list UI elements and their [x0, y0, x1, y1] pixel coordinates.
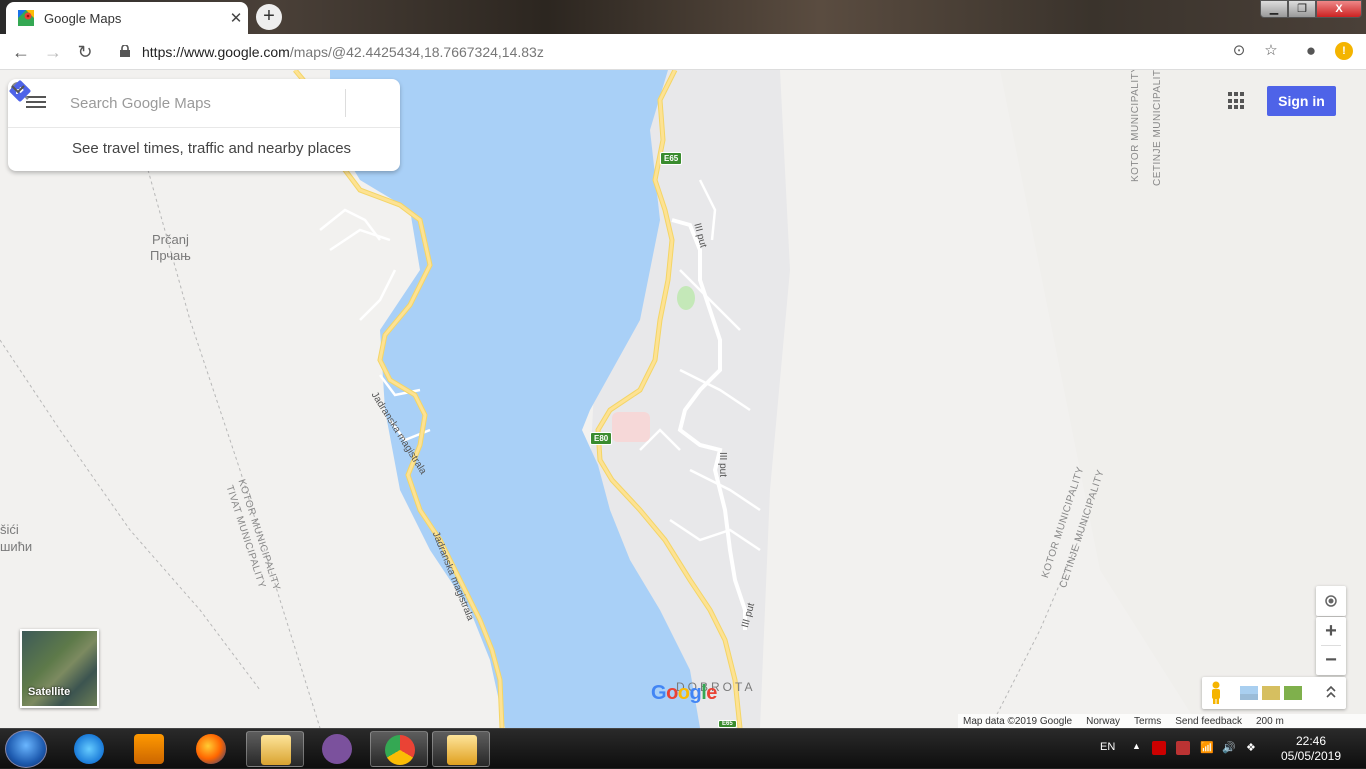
highway-shield-e65-bottom: E65 [718, 720, 737, 728]
travel-times-link[interactable]: See travel times, traffic and nearby pla… [72, 140, 351, 157]
security-tray-icon[interactable] [1176, 741, 1190, 755]
pegman-icon [1212, 681, 1220, 704]
lock-icon [120, 45, 130, 57]
boundary-label-cetinje-1: CETINJE MUNICIPALITY [1152, 70, 1163, 186]
window-minimize-button[interactable]: ▁ [1260, 0, 1288, 18]
chevron-down-icon[interactable] [8, 79, 28, 99]
map-data-attribution: Map data ©2019 Google [963, 715, 1073, 727]
layers-bar [1202, 677, 1346, 709]
place-label-prcanj-cyrillic: Прчањ [150, 248, 191, 263]
map-canvas[interactable]: Prčanj Прчањ šići шићи DOBROTA Jadranska… [0, 70, 1366, 728]
url-text: https://www.google.com/maps/@42.4425434,… [142, 44, 544, 60]
layers-bar-graphic [1212, 681, 1336, 704]
system-tray: EN ▲ 📶 🔊 ❖ 22:46 05/05/2019 [1096, 729, 1366, 769]
media-player-icon [134, 734, 164, 764]
place-label-sici-cyrillic: шићи [0, 539, 33, 554]
internet-explorer-icon [74, 734, 104, 764]
update-alert-icon[interactable]: ! [1335, 42, 1353, 60]
zoom-in-button[interactable]: + [1316, 617, 1346, 645]
acrobat-tray-icon[interactable] [1152, 741, 1166, 755]
zoom-controls: + − [1316, 617, 1346, 675]
google-apps-icon[interactable] [1228, 92, 1246, 110]
place-label-sici: šići [0, 522, 19, 537]
highway-shield-e65: E65 [660, 152, 683, 165]
viber-icon [322, 734, 352, 764]
search-panel-divider [8, 127, 400, 128]
taskbar-viber[interactable] [308, 731, 366, 767]
mail-app-icon [447, 735, 477, 765]
address-bar[interactable]: https://www.google.com/maps/@42.4425434,… [110, 37, 1360, 67]
language-indicator[interactable]: EN [1100, 741, 1115, 753]
google-logo: Google [651, 682, 717, 704]
terms-link[interactable]: Terms [1134, 716, 1161, 727]
browser-tab[interactable]: Google Maps ✕ [6, 2, 248, 34]
map-footer: Map data ©2019 Google Norway Terms Send … [958, 714, 1366, 728]
firefox-icon [196, 734, 226, 764]
windows-taskbar: EN ▲ 📶 🔊 ❖ 22:46 05/05/2019 [0, 728, 1366, 768]
browser-titlebar: Google Maps ✕ + ▁ ❐ X [0, 0, 1366, 34]
taskbar-mail[interactable] [432, 731, 490, 767]
satellite-label: Satellite [28, 686, 71, 698]
back-arrow-icon[interactable]: ← [10, 41, 32, 63]
boundary-label-kotor-2: KOTOR MUNICIPALITY [1130, 70, 1141, 182]
bookmark-star-icon[interactable]: ☆ [1262, 42, 1280, 60]
search-panel: See travel times, traffic and nearby pla… [8, 79, 400, 171]
volume-icon[interactable]: 🔊 [1222, 741, 1236, 755]
start-button[interactable] [5, 730, 47, 768]
street-label-iii-put-2: III put [717, 452, 728, 478]
google-maps-favicon-icon [18, 10, 34, 26]
search-input[interactable] [70, 91, 300, 115]
search-separator [345, 89, 346, 117]
taskbar-firefox[interactable] [182, 731, 240, 767]
network-signal-icon[interactable]: 📶 [1200, 741, 1214, 755]
my-location-button[interactable] [1316, 586, 1346, 616]
scale-label[interactable]: 200 m [1256, 716, 1284, 727]
clock-date: 05/05/2019 [1280, 749, 1342, 763]
dropbox-icon[interactable]: ❖ [1246, 741, 1260, 755]
taskbar-clock[interactable]: 22:46 05/05/2019 [1276, 734, 1346, 764]
window-restore-button[interactable]: ❐ [1288, 0, 1316, 18]
profile-icon[interactable]: ● [1302, 42, 1320, 60]
browser-toolbar: ← → ↻ https://www.google.com/maps/@42.44… [0, 34, 1366, 70]
place-label-prcanj: Prčanj [152, 232, 189, 247]
zoom-out-button[interactable]: − [1316, 646, 1346, 674]
reload-icon[interactable]: ↻ [74, 41, 96, 63]
forward-arrow-icon[interactable]: → [42, 41, 64, 63]
clock-time: 22:46 [1295, 734, 1327, 748]
taskbar-media-player[interactable] [120, 731, 178, 767]
taskbar-internet-explorer[interactable] [60, 731, 118, 767]
satellite-toggle-button[interactable]: Satellite [20, 629, 99, 708]
tab-title: Google Maps [44, 10, 122, 26]
chrome-icon [385, 735, 415, 765]
location-target-icon[interactable]: ⊙ [1230, 42, 1248, 60]
window-close-button[interactable]: X [1316, 0, 1362, 18]
taskbar-file-explorer[interactable] [246, 731, 304, 767]
sign-in-button[interactable]: Sign in [1267, 86, 1336, 116]
show-hidden-icons-icon[interactable]: ▲ [1132, 741, 1146, 755]
send-feedback-link[interactable]: Send feedback [1175, 716, 1242, 727]
my-location-icon [1325, 595, 1337, 607]
country-link[interactable]: Norway [1086, 716, 1120, 727]
taskbar-chrome[interactable] [370, 731, 428, 767]
tab-close-icon[interactable]: ✕ [224, 9, 248, 27]
folder-icon [261, 735, 291, 765]
new-tab-button[interactable]: + [256, 4, 282, 30]
highway-shield-e80: E80 [590, 432, 613, 445]
